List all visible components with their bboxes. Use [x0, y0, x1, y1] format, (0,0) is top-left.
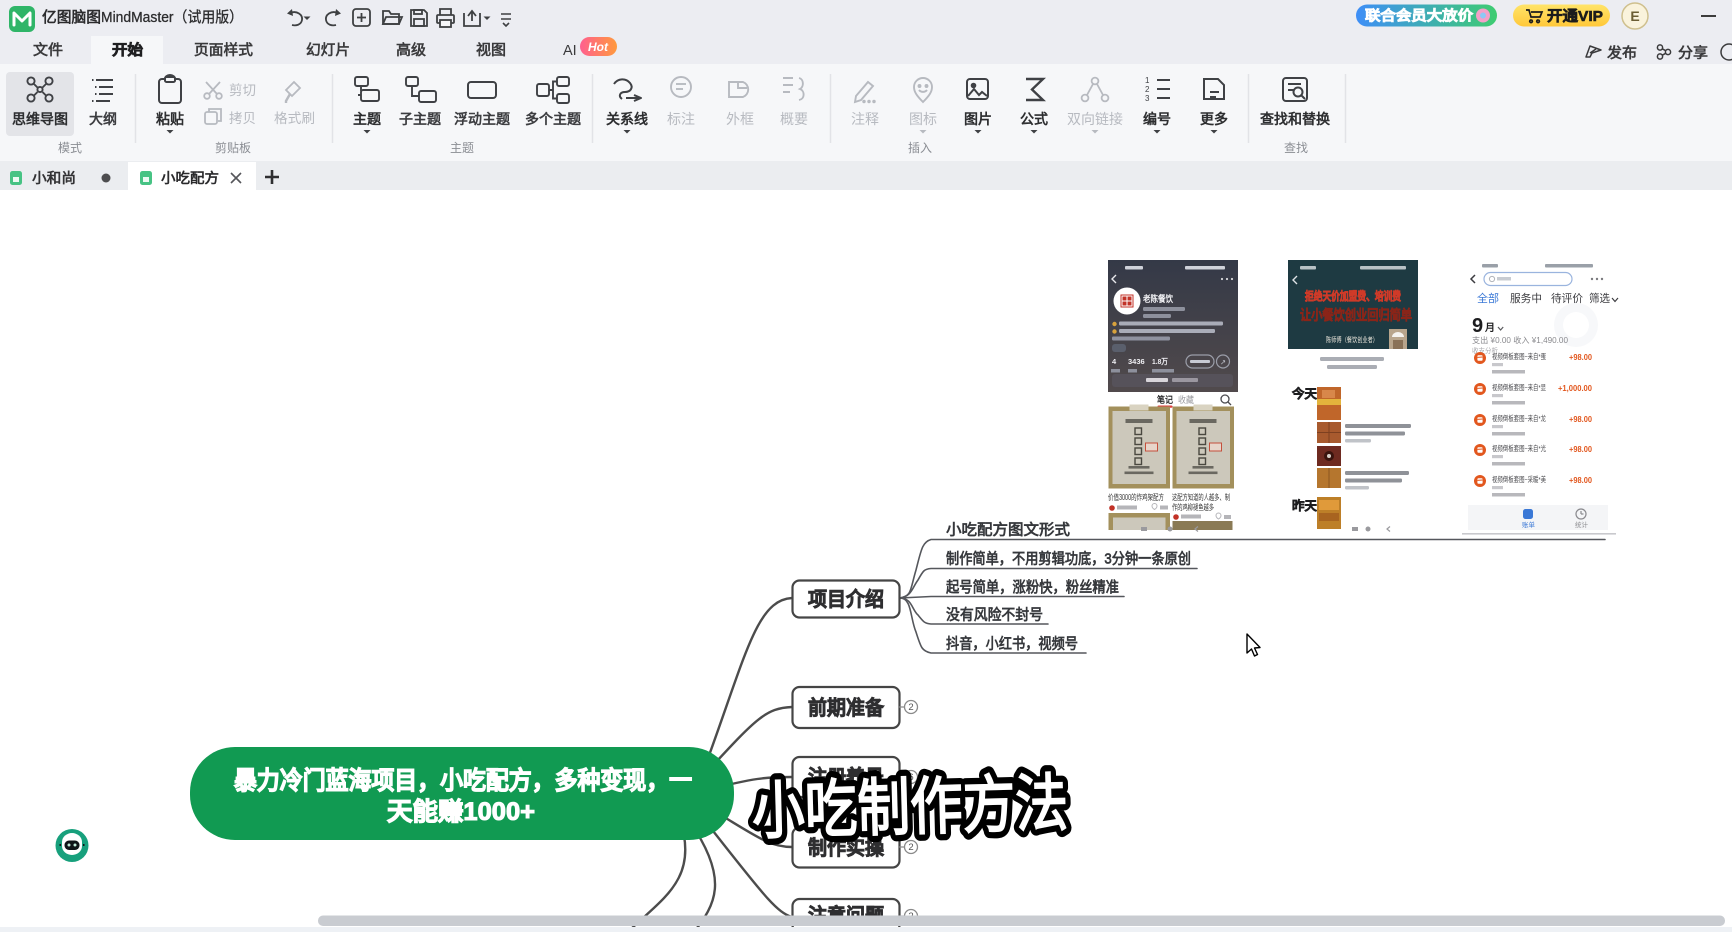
- svg-text:视频倒板套图~来自*光: 视频倒板套图~来自*光: [1492, 443, 1546, 453]
- svg-text:制作简单，不用剪辑功底，3分钟一条原创: 制作简单，不用剪辑功底，3分钟一条原创: [946, 551, 1191, 568]
- svg-text:浮动主题: 浮动主题: [454, 111, 510, 127]
- svg-text:↗: ↗: [1220, 360, 1226, 367]
- svg-text:小和尚: 小和尚: [32, 170, 76, 186]
- svg-text:3436: 3436: [1128, 357, 1145, 366]
- svg-text:编号: 编号: [1143, 111, 1171, 127]
- svg-text:联合会员大放价: 联合会员大放价: [1365, 8, 1474, 24]
- svg-text:暴力冷门蓝海项目，小吃配方，多种变现，一: 暴力冷门蓝海项目，小吃配方，多种变现，一: [234, 766, 692, 795]
- svg-text:开始: 开始: [112, 41, 144, 59]
- svg-text:页面样式: 页面样式: [194, 42, 254, 59]
- svg-text:2: 2: [908, 842, 913, 853]
- svg-text:关系线: 关系线: [606, 111, 648, 127]
- svg-text:格式刷: 格式刷: [274, 111, 315, 126]
- svg-text:收藏: 收藏: [1178, 394, 1194, 405]
- svg-text:作的鸡柳褪鱼越多: 作的鸡柳褪鱼越多: [1172, 502, 1214, 512]
- svg-text:主题: 主题: [450, 141, 474, 155]
- svg-text:模式: 模式: [58, 141, 82, 155]
- svg-text:注释: 注释: [851, 111, 879, 127]
- svg-text:让小餐饮创业回归简单: 让小餐饮创业回归简单: [1300, 307, 1412, 323]
- svg-text:+98.00: +98.00: [1569, 353, 1593, 362]
- svg-text:分享: 分享: [1678, 45, 1708, 62]
- svg-text:+1,000.00: +1,000.00: [1558, 384, 1593, 393]
- svg-text:图标: 图标: [909, 111, 937, 127]
- svg-text:公式: 公式: [1020, 111, 1048, 127]
- svg-text:MindMaster（试用版）: MindMaster（试用版）: [101, 9, 243, 26]
- svg-text:小吃制作方法: 小吃制作方法: [751, 769, 1069, 847]
- svg-text:外框: 外框: [726, 111, 754, 127]
- svg-text:小吃配方: 小吃配方: [161, 170, 219, 186]
- svg-text:+98.00: +98.00: [1569, 445, 1593, 454]
- svg-text:剪贴板: 剪贴板: [215, 140, 251, 155]
- svg-text:全部: 全部: [1477, 291, 1499, 305]
- svg-text:账单: 账单: [1522, 520, 1536, 529]
- svg-text:抖音，小红书，视频号: 抖音，小红书，视频号: [946, 636, 1078, 653]
- svg-text:图片: 图片: [964, 111, 992, 127]
- svg-text:待评价: 待评价: [1551, 291, 1583, 305]
- svg-text:支出 ¥0.00 收入 ¥1,490.00: 支出 ¥0.00 收入 ¥1,490.00: [1472, 335, 1569, 345]
- svg-text:1.8万: 1.8万: [1152, 357, 1168, 366]
- svg-text:视频倒板套图~来自*龙: 视频倒板套图~来自*龙: [1492, 413, 1546, 423]
- svg-text:笔记: 笔记: [1157, 394, 1173, 405]
- svg-text:月: 月: [1484, 322, 1495, 334]
- svg-text:视频倒板套图~采暖*美: 视频倒板套图~采暖*美: [1492, 474, 1546, 484]
- svg-text:查找: 查找: [1284, 141, 1308, 155]
- svg-text:小吃配方图文形式: 小吃配方图文形式: [946, 522, 1070, 539]
- svg-text:2: 2: [908, 702, 913, 713]
- svg-text:陈师傅（餐饮创业者）: 陈师傅（餐饮创业者）: [1326, 335, 1378, 344]
- svg-text:发布: 发布: [1607, 45, 1637, 62]
- svg-text:天能赚1000+: 天能赚1000+: [387, 797, 535, 826]
- svg-text:没有风险不封号: 没有风险不封号: [946, 607, 1043, 624]
- svg-text:子主题: 子主题: [399, 111, 441, 127]
- svg-text:主题: 主题: [353, 111, 381, 127]
- svg-text:筛选: 筛选: [1589, 291, 1610, 305]
- svg-text:拒绝天价加盟费、培训费: 拒绝天价加盟费、培训费: [1305, 289, 1401, 303]
- svg-text:拷贝: 拷贝: [229, 111, 256, 126]
- svg-text:高级: 高级: [396, 42, 426, 59]
- svg-text:视频倒板套图~来自*蛋: 视频倒板套图~来自*蛋: [1492, 351, 1546, 361]
- svg-text:剪切: 剪切: [229, 83, 256, 98]
- svg-text:起号简单，涨粉快，粉丝精准: 起号简单，涨粉快，粉丝精准: [946, 579, 1119, 596]
- svg-text:查找和替换: 查找和替换: [1260, 111, 1330, 127]
- svg-text:昨天: 昨天: [1292, 498, 1317, 513]
- svg-text:1: 1: [1145, 76, 1150, 85]
- svg-text:3: 3: [1145, 94, 1150, 103]
- svg-text:思维导图: 思维导图: [12, 111, 68, 127]
- svg-text:文件: 文件: [33, 42, 63, 59]
- svg-text:视图: 视图: [476, 42, 506, 59]
- svg-text:插入: 插入: [908, 141, 932, 155]
- svg-text:更多: 更多: [1200, 111, 1228, 127]
- svg-text:视频倒板套图~来自*显: 视频倒板套图~来自*显: [1492, 382, 1546, 392]
- svg-text:大纲: 大纲: [89, 111, 117, 127]
- svg-text:粘贴: 粘贴: [156, 111, 184, 127]
- svg-text:项目介绍: 项目介绍: [808, 587, 884, 611]
- svg-text:这配方知道的人越多、制: 这配方知道的人越多、制: [1172, 492, 1230, 502]
- svg-text:幻灯片: 幻灯片: [306, 42, 350, 59]
- svg-text:概要: 概要: [780, 111, 808, 127]
- svg-text:+98.00: +98.00: [1569, 415, 1593, 424]
- svg-text:前期准备: 前期准备: [808, 696, 885, 720]
- svg-text:Hot: Hot: [588, 40, 609, 54]
- svg-text:亿图脑图: 亿图脑图: [42, 9, 101, 26]
- svg-text:价值3000的炸鸡架配方: 价值3000的炸鸡架配方: [1108, 492, 1164, 502]
- svg-text:今天: 今天: [1291, 386, 1317, 401]
- svg-text:双向链接: 双向链接: [1067, 111, 1123, 127]
- svg-text:标注: 标注: [667, 111, 695, 127]
- svg-text:AI: AI: [563, 43, 577, 59]
- svg-text:2: 2: [1145, 85, 1150, 94]
- svg-text:+98.00: +98.00: [1569, 476, 1593, 485]
- svg-text:服务中: 服务中: [1510, 292, 1542, 305]
- svg-text:开通VIP: 开通VIP: [1547, 8, 1603, 25]
- svg-text:老陈餐饮: 老陈餐饮: [1142, 293, 1174, 304]
- svg-text:多个主题: 多个主题: [525, 111, 581, 127]
- svg-text:9: 9: [1472, 315, 1483, 337]
- svg-text:E: E: [1630, 8, 1639, 24]
- svg-text:统计: 统计: [1575, 520, 1589, 529]
